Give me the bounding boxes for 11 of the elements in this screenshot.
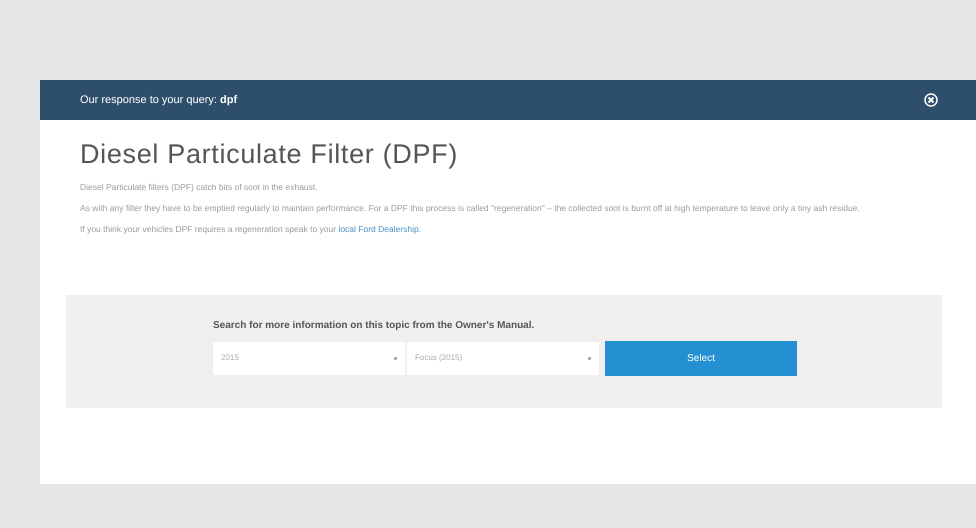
dealership-link[interactable]: local Ford Dealership. <box>338 224 422 234</box>
paragraph: If you think your vehicles DPF requires a regeneration speak to your local Ford Dealership. <box>80 222 422 234</box>
paragraph: As with any filter they have to be emptied regularly to maintain performance. For a DPF this process is called "regeneration" – the collected soot is burnt off at high temperature to leave only a tiny ash residue. <box>80 202 861 214</box>
search-heading: Search for more information on this topic from the Owner's Manual. <box>213 318 536 332</box>
year-dropdown[interactable]: 2015 <box>213 342 405 374</box>
header-text: Our response to your query: dpf <box>80 92 238 108</box>
article-title: Diesel Particulate Filter (DPF) <box>80 138 460 171</box>
close-icon[interactable] <box>924 93 938 107</box>
model-dropdown[interactable]: Focus (2015) <box>407 342 599 374</box>
select-button[interactable]: Select <box>605 340 797 376</box>
paragraph: Diesel Particulate filters (DPF) catch bits of soot in the exhaust. <box>80 180 319 192</box>
